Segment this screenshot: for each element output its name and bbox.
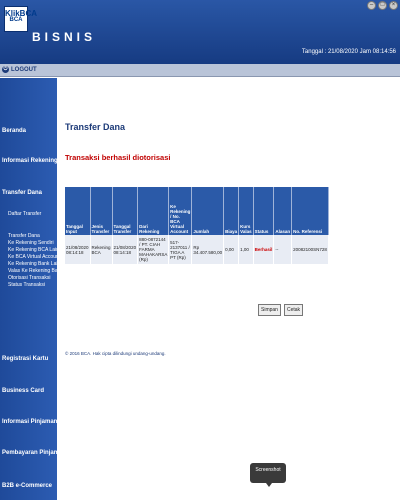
close-icon[interactable]: × bbox=[389, 1, 398, 10]
sidebar-sub-rekening-sendiri[interactable]: Ke Rekening Sendiri bbox=[8, 240, 54, 246]
sidebar-sub-valas[interactable]: Valas Ke Rekening Bank bbox=[8, 268, 63, 274]
col-biaya: Biaya bbox=[223, 187, 240, 235]
transaction-table: Tanggal Input Jenis Transfer Tanggal Tra… bbox=[65, 187, 329, 264]
main-content: Transfer Dana Transaksi berhasil diotori… bbox=[57, 78, 400, 500]
logout-button[interactable]: ⏻ LOGOUT bbox=[2, 66, 37, 73]
col-jumlah: Jumlah bbox=[191, 187, 225, 235]
page-title: Transfer Dana bbox=[65, 122, 126, 132]
cell-biaya: 0,00 bbox=[223, 235, 240, 264]
sidebar-item-transfer-dana[interactable]: Transfer Dana bbox=[2, 190, 42, 196]
tooltip-arrow bbox=[266, 483, 272, 487]
col-alasan: Alasan bbox=[273, 187, 293, 235]
cell-jenis-transfer: Rekening BCA bbox=[90, 235, 113, 264]
col-kurs-valas: Kurs Valas bbox=[238, 187, 254, 235]
sidebar: Beranda Informasi Rekening Transfer Dana… bbox=[0, 78, 67, 500]
copyright-text: © 2016 BCA. Hak cipta dilindungi undang-… bbox=[65, 351, 166, 356]
bca-logo: KlikBCA BCA bbox=[4, 6, 37, 32]
col-dari-rekening: Dari Rekening bbox=[137, 187, 170, 235]
sidebar-sub-status-transaksi[interactable]: Status Transaksi bbox=[8, 282, 45, 288]
success-message: Transaksi berhasil diotorisasi bbox=[65, 153, 171, 162]
window-controls: – □ × bbox=[367, 1, 398, 10]
cell-alasan: -- bbox=[273, 235, 293, 264]
col-jenis-transfer: Jenis Transfer bbox=[90, 187, 113, 235]
cell-kurs-valas: 1,00 bbox=[238, 235, 254, 264]
sidebar-sub-otorisasi[interactable]: Otorisasi Transaksi bbox=[8, 275, 51, 281]
table-row: 21/08/2020 08:14:18 Rekening BCA 21/08/2… bbox=[65, 235, 329, 264]
screenshot-label: Screenshot bbox=[255, 467, 281, 473]
cell-jumlah: Rp 34.407.580,00 bbox=[191, 235, 225, 264]
sidebar-item-informasi-pinjaman[interactable]: Informasi Pinjaman bbox=[2, 419, 57, 425]
cell-no-referensi: 20082100SN728 bbox=[291, 235, 329, 264]
col-status: Status bbox=[253, 187, 275, 235]
print-button[interactable]: Cetak bbox=[283, 304, 304, 316]
sidebar-item-registrasi-kartu[interactable]: Registrasi Kartu bbox=[2, 356, 48, 362]
col-no-referensi: No. Referensi bbox=[291, 187, 329, 235]
sidebar-sub-virtual-account[interactable]: Ke BCA Virtual Account bbox=[8, 254, 60, 260]
app-title: BISNIS bbox=[32, 30, 97, 44]
logout-bar: ⏻ LOGOUT bbox=[0, 64, 400, 77]
restore-icon[interactable]: □ bbox=[378, 1, 387, 10]
col-tanggal-transfer: Tanggal Transfer bbox=[112, 187, 139, 235]
logout-label: LOGOUT bbox=[11, 66, 37, 73]
screenshot-button[interactable]: Screenshot bbox=[250, 463, 286, 487]
sidebar-item-business-card[interactable]: Business Card bbox=[2, 388, 44, 394]
sidebar-item-b2b-ecommerce[interactable]: B2B e-Commerce bbox=[2, 483, 52, 489]
col-tanggal-input: Tanggal Input bbox=[65, 187, 91, 235]
cell-tanggal-input: 21/08/2020 08:14:18 bbox=[65, 235, 91, 264]
table-header-row: Tanggal Input Jenis Transfer Tanggal Tra… bbox=[65, 187, 329, 235]
app-header: KlikBCA BCA BISNIS – □ × Tanggal : 21/08… bbox=[0, 0, 400, 64]
sidebar-item-informasi-rekening[interactable]: Informasi Rekening bbox=[2, 158, 58, 164]
minimize-icon[interactable]: – bbox=[367, 1, 376, 10]
sidebar-sub-transfer-dana[interactable]: Transfer Dana bbox=[8, 233, 40, 239]
cell-dari-rekening: 880-0872144 / PT. CIAH FARMA MAHAKARSA (… bbox=[137, 235, 170, 264]
cell-tanggal-transfer: 21/08/2020 08:14:18 bbox=[112, 235, 139, 264]
power-icon: ⏻ bbox=[2, 66, 9, 73]
cell-ke-rekening: 517-2137011 / TIGA A PT (Rp) bbox=[168, 235, 193, 264]
action-buttons: Simpan Cetak bbox=[258, 304, 304, 316]
col-ke-rekening: Ke Rekening / No. BCA Virtual Account bbox=[168, 187, 193, 235]
save-button[interactable]: Simpan bbox=[258, 304, 281, 316]
cell-status: Berhasil bbox=[253, 235, 275, 264]
sidebar-sub-daftar-transfer[interactable]: Daftar Transfer bbox=[8, 211, 41, 217]
sidebar-item-beranda[interactable]: Beranda bbox=[2, 128, 26, 134]
date-time: Tanggal : 21/08/2020 Jam 08:14:56 bbox=[301, 49, 396, 55]
sidebar-sub-bank-lain[interactable]: Ke Rekening Bank Lain bbox=[8, 261, 60, 267]
